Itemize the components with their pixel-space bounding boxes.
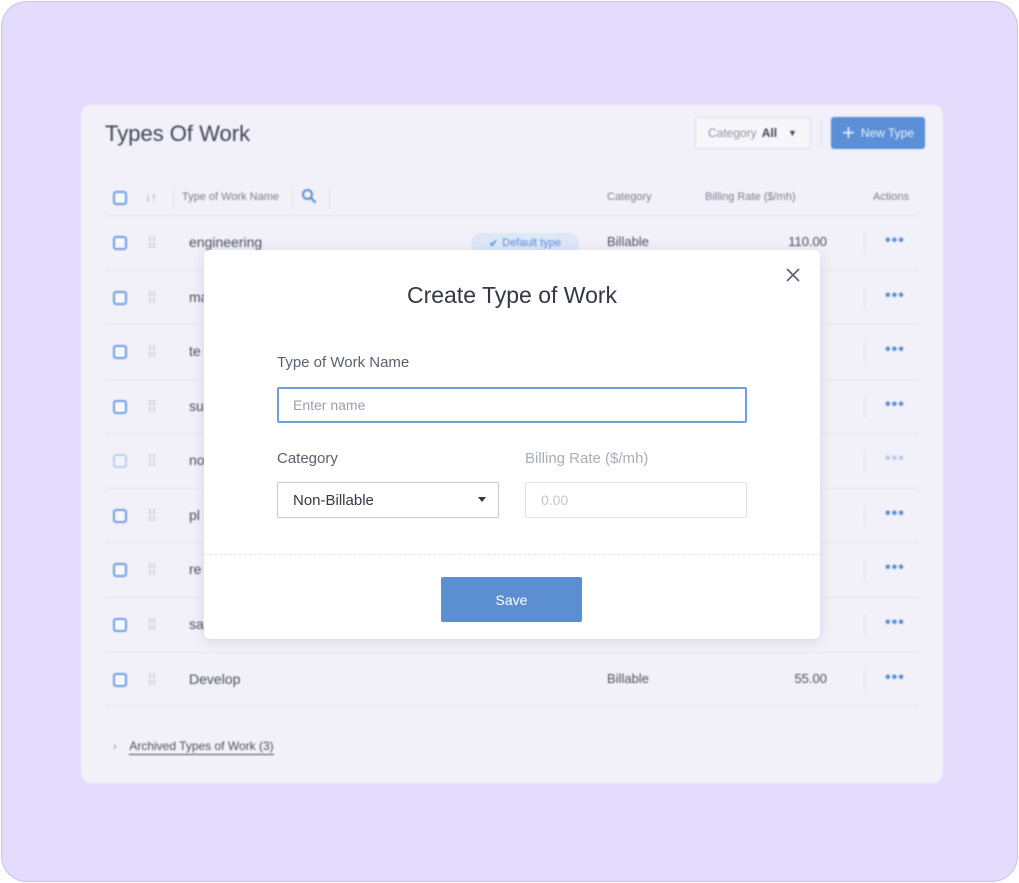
table-header: ↓↑ Type of Work Name Category Billing Ra…	[105, 183, 919, 215]
screenshot-frame: Types Of Work Category All ▼ + New Type …	[1, 1, 1018, 882]
chevron-right-icon: ›	[113, 741, 117, 753]
row-name: no	[189, 452, 205, 468]
header-divider	[292, 187, 293, 209]
drag-handle-icon[interactable]	[149, 618, 155, 630]
row-checkbox[interactable]	[113, 454, 127, 468]
save-button[interactable]: Save	[441, 577, 582, 622]
archived-types-label: Archived Types of Work (3)	[129, 739, 274, 755]
check-icon: ✔	[489, 237, 499, 250]
row-checkbox[interactable]	[113, 345, 127, 359]
row-category: Billable	[607, 671, 649, 686]
search-icon[interactable]	[301, 188, 317, 207]
more-actions-icon[interactable]: •••	[885, 669, 905, 687]
drag-handle-icon[interactable]	[149, 509, 155, 521]
more-actions-icon[interactable]: •••	[885, 450, 905, 468]
row-checkbox[interactable]	[113, 400, 127, 414]
row-checkbox[interactable]	[113, 618, 127, 632]
new-type-label: New Type	[860, 126, 914, 140]
caret-down-icon: ▼	[788, 128, 797, 138]
more-actions-icon[interactable]: •••	[885, 505, 905, 523]
row-name: su	[189, 398, 204, 414]
drag-handle-icon[interactable]	[149, 454, 155, 466]
actions-divider	[864, 396, 865, 418]
table-row: Develop Billable 55.00 •••	[105, 652, 919, 706]
column-header-actions: Actions	[873, 191, 910, 203]
new-type-button[interactable]: + New Type	[831, 117, 925, 149]
row-billing-rate: 110.00	[788, 234, 827, 249]
archived-types-toggle[interactable]: › Archived Types of Work (3)	[113, 739, 274, 755]
category-filter-dropdown[interactable]: Category All ▼	[695, 117, 811, 149]
row-checkbox[interactable]	[113, 509, 127, 523]
type-of-work-name-input[interactable]	[277, 387, 747, 423]
modal-title: Create Type of Work	[406, 282, 618, 308]
drag-handle-icon[interactable]	[149, 563, 155, 575]
row-billing-rate: 55.00	[794, 671, 827, 686]
row-checkbox[interactable]	[113, 673, 127, 687]
category-label: Category	[277, 450, 338, 467]
header-divider	[173, 187, 174, 209]
drag-handle-icon[interactable]	[149, 236, 155, 248]
row-checkbox[interactable]	[113, 563, 127, 577]
more-actions-icon[interactable]: •••	[885, 232, 905, 250]
modal-divider	[204, 554, 820, 555]
actions-divider	[864, 614, 865, 636]
drag-handle-icon[interactable]	[149, 345, 155, 357]
page-title: Types Of Work	[105, 121, 251, 146]
actions-divider	[864, 232, 865, 254]
category-filter-label: Category	[708, 126, 757, 140]
badge-label: Default type	[502, 237, 561, 249]
create-type-of-work-modal: Create Type of Work Type of Work Name Ca…	[204, 250, 820, 639]
category-filter-value: All	[761, 126, 778, 140]
billing-rate-label: Billing Rate ($/mh)	[525, 450, 649, 467]
row-category: Billable	[607, 234, 649, 249]
more-actions-icon[interactable]: •••	[885, 614, 905, 632]
select-all-checkbox[interactable]	[113, 191, 127, 205]
caret-down-icon	[478, 497, 486, 502]
row-name: te	[189, 343, 201, 359]
drag-handle-icon[interactable]	[149, 400, 155, 412]
actions-divider	[864, 287, 865, 309]
sort-icon[interactable]: ↓↑	[145, 190, 157, 204]
row-checkbox[interactable]	[113, 291, 127, 305]
column-header-billing-rate: Billing Rate ($/mh)	[705, 191, 796, 203]
category-select-value: Non-Billable	[293, 491, 374, 509]
actions-divider	[864, 450, 865, 472]
row-name: sa	[189, 616, 204, 632]
type-of-work-name-label: Type of Work Name	[277, 354, 410, 371]
plus-icon: +	[842, 120, 855, 145]
drag-handle-icon[interactable]	[149, 673, 155, 685]
category-select[interactable]: Non-Billable	[277, 482, 499, 518]
row-name: re	[189, 561, 202, 577]
drag-handle-icon[interactable]	[149, 291, 155, 303]
more-actions-icon[interactable]: •••	[885, 559, 905, 577]
column-header-category: Category	[607, 191, 652, 203]
billing-rate-input[interactable]	[525, 482, 747, 518]
row-checkbox[interactable]	[113, 236, 127, 250]
more-actions-icon[interactable]: •••	[885, 341, 905, 359]
row-name: Develop	[189, 671, 241, 687]
column-header-name[interactable]: Type of Work Name	[182, 191, 279, 203]
actions-divider	[864, 505, 865, 527]
actions-divider	[864, 559, 865, 581]
row-name: pl	[189, 507, 200, 523]
actions-divider	[864, 341, 865, 363]
header-divider	[329, 187, 330, 209]
more-actions-icon[interactable]: •••	[885, 287, 905, 305]
more-actions-icon[interactable]: •••	[885, 396, 905, 414]
toolbar-divider	[821, 119, 822, 147]
row-name: engineering	[189, 234, 263, 250]
actions-divider	[864, 669, 865, 691]
